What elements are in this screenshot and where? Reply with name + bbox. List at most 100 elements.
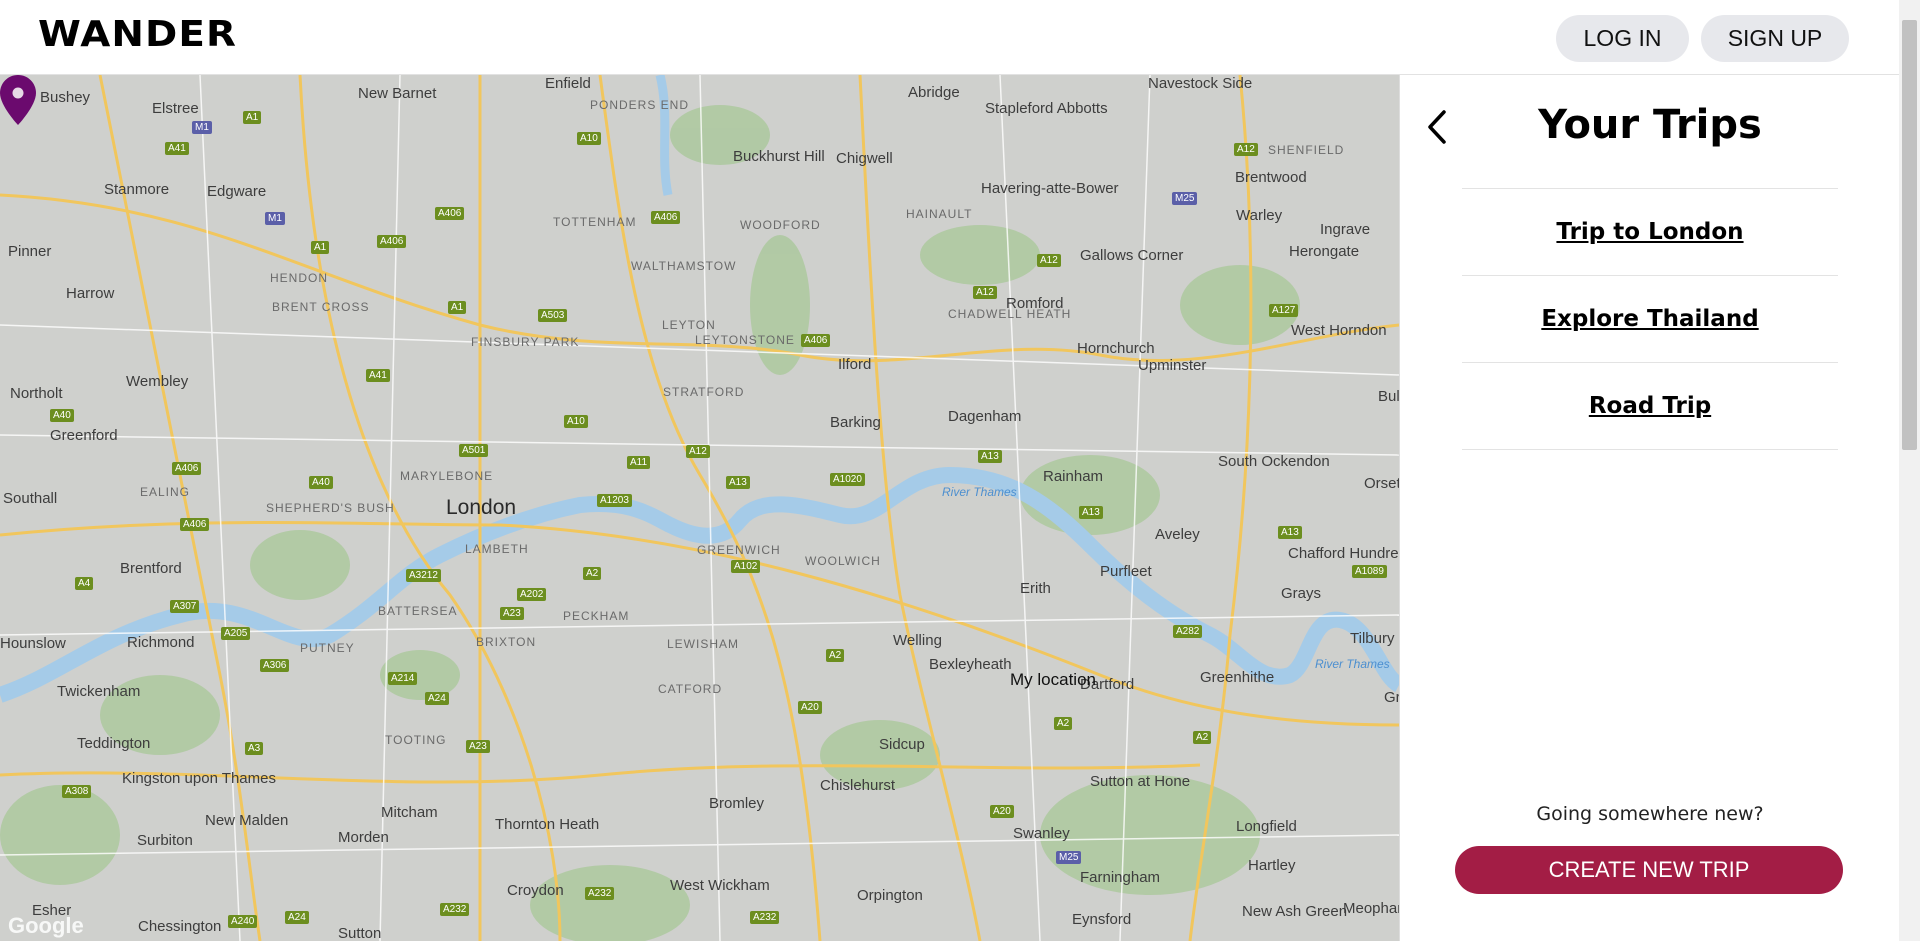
map-place-label: River Thames	[942, 485, 1017, 499]
road-shield: A4	[75, 577, 94, 590]
road-shield: A1	[448, 301, 467, 314]
map-place-label: West Wickham	[670, 877, 770, 894]
trip-link-thailand[interactable]: Explore Thailand	[1541, 306, 1758, 332]
road-shield: A23	[466, 740, 490, 753]
map-place-label: Warley	[1236, 207, 1283, 224]
road-shield: A306	[260, 659, 290, 672]
map-place-label: Surbiton	[137, 832, 193, 849]
road-shield: M1	[265, 212, 285, 225]
road-shield: A24	[425, 692, 449, 705]
map-place-label: EALING	[140, 485, 191, 499]
location-pin-icon[interactable]	[0, 75, 36, 125]
map-place-label: Orsett	[1364, 475, 1399, 492]
map-place-label: HAINAULT	[906, 207, 973, 221]
map-place-label: West Horndon	[1291, 322, 1387, 339]
map-place-label: Bromley	[709, 795, 765, 812]
road-shield: A12	[1037, 254, 1061, 267]
map-place-label: Ingrave	[1320, 221, 1371, 238]
road-shield: A1203	[597, 494, 632, 507]
map-place-label: Chessington	[138, 918, 222, 935]
map-place-label: Upminster	[1138, 357, 1207, 374]
map-place-label: STRATFORD	[663, 385, 745, 399]
map-place-label: Brentford	[120, 560, 182, 577]
map-place-label: WOODFORD	[740, 218, 821, 232]
road-shield: A232	[750, 911, 780, 924]
page-scrollbar[interactable]	[1899, 0, 1920, 941]
map-place-label: WOOLWICH	[805, 554, 881, 568]
create-new-trip-button[interactable]: CREATE NEW TRIP	[1455, 846, 1843, 894]
map-place-label: River Thames	[1315, 657, 1390, 671]
map-place-label: Herongate	[1289, 243, 1360, 260]
map-place-label: Southall	[3, 490, 58, 507]
map-place-label: Bulphan	[1378, 388, 1399, 405]
map-place-label: Sidcup	[879, 736, 925, 753]
map-place-label: Chislehurst	[820, 777, 896, 794]
map-place-label: Rainham	[1043, 468, 1104, 485]
map-place-label: Hornchurch	[1077, 340, 1155, 357]
road-shield: A40	[309, 476, 333, 489]
road-shield: A13	[1278, 526, 1302, 539]
map-place-label: Orpington	[857, 887, 923, 904]
map-place-label: Longfield	[1236, 818, 1297, 835]
road-shield: A10	[564, 415, 588, 428]
sign-up-button[interactable]: SIGN UP	[1701, 15, 1849, 62]
road-shield: M1	[192, 121, 212, 134]
map-place-label: Aveley	[1155, 526, 1200, 543]
map-place-label: Purfleet	[1100, 563, 1152, 580]
road-shield: A13	[978, 450, 1002, 463]
map-place-label: Northolt	[10, 385, 63, 402]
new-trip-prompt: Going somewhere new?	[1536, 803, 1764, 825]
map-place-label: PONDERS END	[590, 98, 690, 112]
road-shield: A12	[973, 286, 997, 299]
map-place-label: Greenford	[50, 427, 118, 444]
map-place-label: CATFORD	[658, 682, 723, 696]
map-place-label: Buckhurst Hill	[733, 148, 825, 165]
map-place-label: Ilford	[838, 356, 872, 373]
road-shield: A406	[377, 235, 407, 248]
map-place-label: Dagenham	[948, 408, 1022, 425]
map-place-label: Gallows Corner	[1080, 247, 1184, 264]
map-place-label: Richmond	[127, 634, 195, 651]
map-place-label: Chigwell	[836, 150, 893, 167]
road-shield: A13	[726, 476, 750, 489]
trip-link-london[interactable]: Trip to London	[1556, 219, 1743, 245]
road-shield: M25	[1172, 192, 1198, 205]
map-place-label: TOTTENHAM	[553, 215, 637, 229]
map-place-label: South Ockendon	[1218, 453, 1330, 470]
map-place-label: BATTERSEA	[378, 604, 458, 618]
road-shield: A282	[1173, 625, 1203, 638]
road-shield: A406	[801, 334, 831, 347]
wander-logo[interactable]: WANDER	[38, 14, 237, 55]
scrollbar-thumb[interactable]	[1902, 20, 1917, 450]
map-place-label: WALTHAMSTOW	[631, 259, 737, 273]
road-shield: A2	[826, 649, 845, 662]
road-shield: A127	[1269, 304, 1299, 317]
map-place-label: Swanley	[1013, 825, 1070, 842]
map-place-label: Barking	[830, 414, 881, 431]
road-shield: A23	[500, 607, 524, 620]
map-place-label: Edgware	[207, 183, 267, 200]
map-place-label: Sutton at Hone	[1090, 773, 1191, 790]
road-shield: A12	[1234, 143, 1258, 156]
road-shield: A41	[165, 142, 189, 155]
trip-link-road-trip[interactable]: Road Trip	[1589, 393, 1711, 419]
road-shield: A20	[798, 701, 822, 714]
road-shield: A20	[990, 805, 1014, 818]
road-shield: A1	[311, 241, 330, 254]
top-navbar: WANDER LOG IN SIGN UP	[0, 0, 1899, 75]
road-shield: A2	[1054, 717, 1073, 730]
map-place-label: Erith	[1020, 580, 1051, 597]
map-place-label: Stanmore	[104, 181, 170, 198]
map-view[interactable]: Enfield New Barnet Bushey Elstree PONDERS EN…	[0, 75, 1399, 941]
road-shield: A13	[1079, 506, 1103, 519]
map-place-label: SHEPHERD'S BUSH	[266, 501, 395, 515]
road-shield: A202	[517, 588, 547, 601]
log-in-button[interactable]: LOG IN	[1556, 15, 1689, 62]
google-attribution: Google	[8, 913, 84, 938]
road-shield: M25	[1056, 851, 1082, 864]
map-place-label: TOOTING	[385, 733, 447, 747]
road-shield: A11	[627, 456, 651, 469]
map-place-label: HENDON	[270, 271, 329, 285]
map-place-label: Enfield	[545, 75, 591, 92]
page-title: Your Trips	[1538, 102, 1762, 148]
